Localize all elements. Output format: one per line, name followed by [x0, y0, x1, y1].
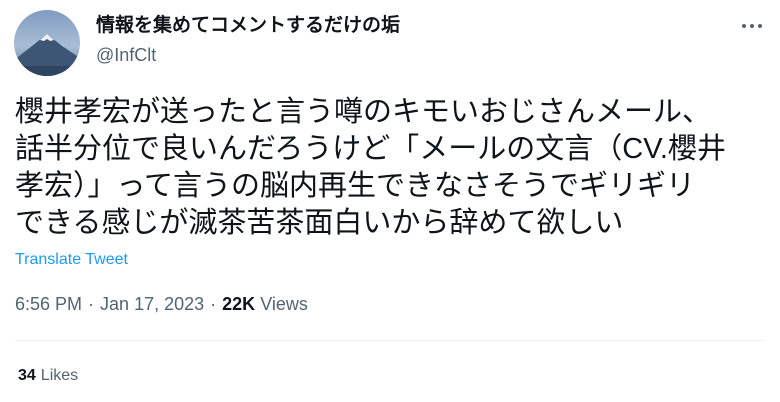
views-count: 22K: [222, 294, 256, 314]
likes-count: 34: [18, 367, 36, 384]
likes-stat-link[interactable]: 34 Likes: [18, 366, 78, 386]
tweet-text: 櫻井孝宏が送ったと言う噂のキモいおじさんメール、 話半分位で良いんだろうけど「メ…: [15, 94, 767, 242]
tweet-text-line: 櫻井孝宏が送ったと言う噂のキモいおじさんメール、: [15, 96, 712, 128]
author-display-name[interactable]: 情報を集めてコメントするだけの垢: [96, 14, 400, 38]
tweet-text-line: 孝宏）」って言うの脳内再生できなさそうでギリギリ: [15, 170, 696, 202]
meta-separator: ·: [210, 294, 217, 314]
likes-label: Likes: [40, 367, 79, 384]
tweet-date[interactable]: Jan 17, 2023: [100, 294, 204, 314]
more-horizontal-icon: [742, 24, 762, 28]
views-label: Views: [260, 294, 308, 314]
meta-separator: ·: [88, 294, 95, 314]
more-options-button[interactable]: [738, 16, 766, 36]
divider: [15, 340, 765, 341]
tweet-time[interactable]: 6:56 PM: [15, 294, 82, 314]
tweet-text-line: できる感じが滅茶苦茶面白いから辞めて欲しい: [15, 207, 624, 239]
tweet-meta: 6:56 PM · Jan 17, 2023 · 22K Views: [15, 292, 308, 316]
avatar[interactable]: [14, 10, 80, 76]
translate-tweet-link[interactable]: Translate Tweet: [15, 250, 128, 270]
avatar-image: [14, 10, 80, 76]
tweet-text-line: 話半分位で良いんだろうけど「メールの文言（CV.櫻井: [15, 133, 726, 165]
tweet: 情報を集めてコメントするだけの垢 @InfClt 櫻井孝宏が送ったと言う噂のキモ…: [0, 0, 780, 402]
author-handle[interactable]: @InfClt: [96, 44, 156, 66]
